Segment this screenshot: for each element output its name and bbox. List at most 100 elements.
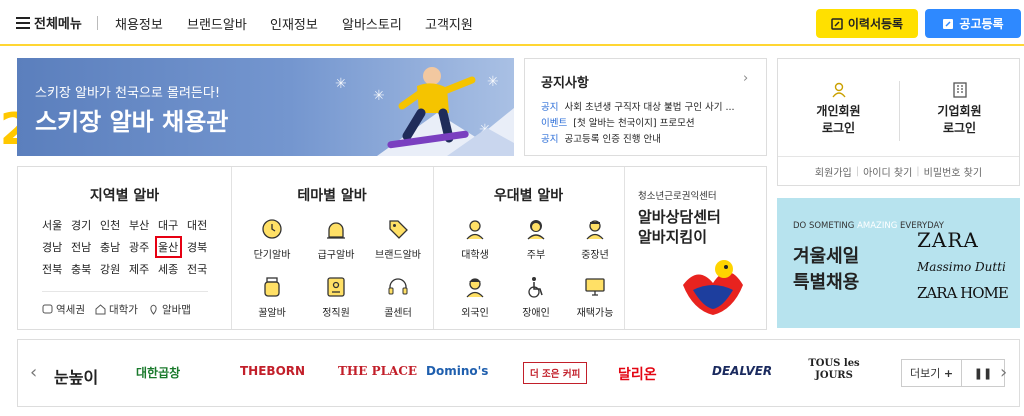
region-daejeon[interactable]: 대전: [187, 217, 208, 233]
notice-item[interactable]: 공지 공고등록 인증 진행 안내: [541, 131, 763, 145]
counsel-center-title[interactable]: 알바상담센터 알바지킴이: [638, 207, 721, 247]
brand-logo[interactable]: DEALVER: [712, 364, 772, 378]
region-gyeongnam[interactable]: 경남: [42, 239, 63, 255]
benefit-foreigner[interactable]: 외국인: [443, 275, 507, 319]
siren-icon: [327, 222, 345, 239]
more-button[interactable]: 더보기 +: [902, 360, 962, 386]
personal-login-button[interactable]: 개인회원 로그인: [778, 81, 899, 137]
region-row: 전북 충북 강원 제주 세종 전국: [42, 261, 208, 277]
school-icon: [95, 304, 106, 315]
region-incheon[interactable]: 인천: [100, 217, 121, 233]
signup-link[interactable]: 회원가입: [815, 164, 852, 179]
region-chungnam[interactable]: 충남: [100, 239, 121, 255]
subway-icon: [42, 304, 53, 314]
woman-icon: [527, 220, 545, 240]
region-gwangju[interactable]: 광주: [129, 239, 150, 255]
chevron-right-icon[interactable]: ›: [1000, 362, 1007, 383]
brand-logo[interactable]: 달리온: [618, 364, 657, 384]
region-busan[interactable]: 부산: [129, 217, 150, 233]
brand-logo[interactable]: THEBORN: [240, 364, 305, 378]
pencil-icon: [831, 17, 843, 30]
chevron-left-icon[interactable]: ‹: [30, 362, 37, 383]
company-login-label-2: 로그인: [942, 121, 977, 135]
brand-logo[interactable]: THE PLACE: [338, 364, 417, 378]
all-menu-button[interactable]: 전체메뉴: [34, 13, 82, 32]
benefit-student[interactable]: 대학생: [443, 217, 507, 261]
post-register-button[interactable]: 공고등록: [925, 9, 1021, 38]
zara-headline: 겨울세일 특별채용: [793, 246, 860, 293]
theme-short-term[interactable]: 단기알바: [240, 217, 304, 261]
divider: |: [916, 166, 920, 177]
region-row: 경남 전남 충남 광주 울산 경북: [42, 236, 208, 258]
benefit-housewife[interactable]: 주부: [504, 217, 568, 261]
region-jeonbuk[interactable]: 전북: [42, 261, 63, 277]
edit-icon: [943, 18, 954, 29]
benefit-disabled[interactable]: 장애인: [504, 275, 568, 319]
notice-item[interactable]: 이벤트 [첫 알바는 천국이지] 프로모션: [541, 115, 763, 129]
theme-call-center[interactable]: 콜센터: [366, 275, 430, 319]
theme-urgent[interactable]: 급구알바: [304, 217, 368, 261]
headset-icon: [388, 278, 408, 295]
monitor-icon: [585, 278, 605, 296]
notice-panel: 공지사항 › 공지 사회 초년생 구직자 대상 불법 구인 사기 ... 이벤트[…: [524, 58, 767, 156]
region-daegu[interactable]: 대구: [158, 217, 179, 233]
chevron-right-icon[interactable]: ›: [743, 71, 748, 86]
resume-register-button[interactable]: 이력서등록: [816, 9, 918, 38]
theme-brand[interactable]: 브랜드알바: [366, 217, 430, 261]
notice-item[interactable]: 공지 사회 초년생 구직자 대상 불법 구인 사기 ...: [541, 99, 763, 113]
student-icon: [466, 220, 484, 240]
region-chungbuk[interactable]: 충북: [71, 261, 92, 277]
clock-icon: [262, 219, 282, 239]
zara-banner[interactable]: DO SOMETING AMAZING EVERYDAY 겨울세일 특별채용 Z…: [777, 198, 1020, 328]
brand-logo[interactable]: 눈높이: [54, 364, 98, 388]
building-icon: [952, 82, 967, 98]
foreigner-icon: [466, 278, 484, 298]
region-gyeongbuk[interactable]: 경북: [187, 239, 208, 255]
benefit-title: 우대별 알바: [493, 188, 564, 204]
nav-jobs[interactable]: 채용정보: [115, 14, 163, 33]
find-id-link[interactable]: 아이디 찾기: [863, 164, 912, 179]
region-jeonnam[interactable]: 전남: [71, 239, 92, 255]
nav-talent[interactable]: 인재정보: [270, 14, 318, 33]
brand-logo[interactable]: 대한곱창: [136, 364, 180, 381]
nav-brand[interactable]: 브랜드알바: [187, 14, 247, 33]
mascot-illustration: [683, 260, 743, 315]
region-jeju[interactable]: 제주: [129, 261, 150, 277]
region-nationwide[interactable]: 전국: [187, 261, 208, 277]
honey-jar-icon: [264, 277, 280, 297]
login-panel: 개인회원 로그인 기업회원 로그인 회원가입 | 아이디 찾기 | 비밀번호 찾기: [777, 58, 1020, 186]
theme-full-time[interactable]: 정직원: [304, 275, 368, 319]
brand-logo[interactable]: TOUS les JOURS: [808, 358, 860, 382]
job-map-link[interactable]: 알바맵: [148, 302, 191, 317]
region-shortcuts: 역세권 대학가 알바맵: [42, 302, 191, 317]
brand-logo[interactable]: 더 조은 커피: [523, 362, 588, 384]
region-row: 서울 경기 인천 부산 대구 대전: [42, 217, 208, 233]
station-area-link[interactable]: 역세권: [42, 302, 85, 317]
category-panel: 지역별 알바 서울 경기 인천 부산 대구 대전 경남 전남 충남 광주 울산 …: [17, 166, 767, 330]
company-login-button[interactable]: 기업회원 로그인: [899, 81, 1020, 137]
personal-login-label-1: 개인회원: [816, 104, 861, 118]
university-area-link[interactable]: 대학가: [95, 302, 138, 317]
ski-banner[interactable]: 스키장 알바가 천국으로 몰려든다! 스키장 알바 채용관 ✳ ✳ ✳ ✳: [17, 58, 514, 156]
region-sejong[interactable]: 세종: [158, 261, 179, 277]
nav-story[interactable]: 알바스토리: [342, 14, 402, 33]
pause-button[interactable]: ❚❚: [962, 360, 1004, 386]
notice-title[interactable]: 공지사항: [541, 72, 589, 91]
hamburger-icon[interactable]: [16, 17, 30, 29]
divider: [97, 16, 98, 30]
region-ulsan-selected[interactable]: 울산: [155, 236, 182, 258]
zara-logo: ZARA: [917, 228, 979, 252]
region-seoul[interactable]: 서울: [42, 217, 63, 233]
resume-register-label: 이력서등록: [847, 17, 904, 31]
region-gangwon[interactable]: 강원: [100, 261, 121, 277]
personal-login-label-2: 로그인: [821, 121, 856, 135]
theme-honey[interactable]: 꿀알바: [240, 275, 304, 319]
banner-subtitle: 스키장 알바가 천국으로 몰려든다!: [35, 86, 221, 101]
benefit-remote[interactable]: 재택가능: [563, 275, 627, 319]
region-gyeonggi[interactable]: 경기: [71, 217, 92, 233]
brand-logo[interactable]: Domino's: [426, 364, 488, 378]
nav-support[interactable]: 고객지원: [425, 14, 473, 33]
benefit-middle-aged[interactable]: 중장년: [563, 217, 627, 261]
banner-title: 스키장 알바 채용관: [35, 108, 229, 136]
find-password-link[interactable]: 비밀번호 찾기: [924, 164, 982, 179]
